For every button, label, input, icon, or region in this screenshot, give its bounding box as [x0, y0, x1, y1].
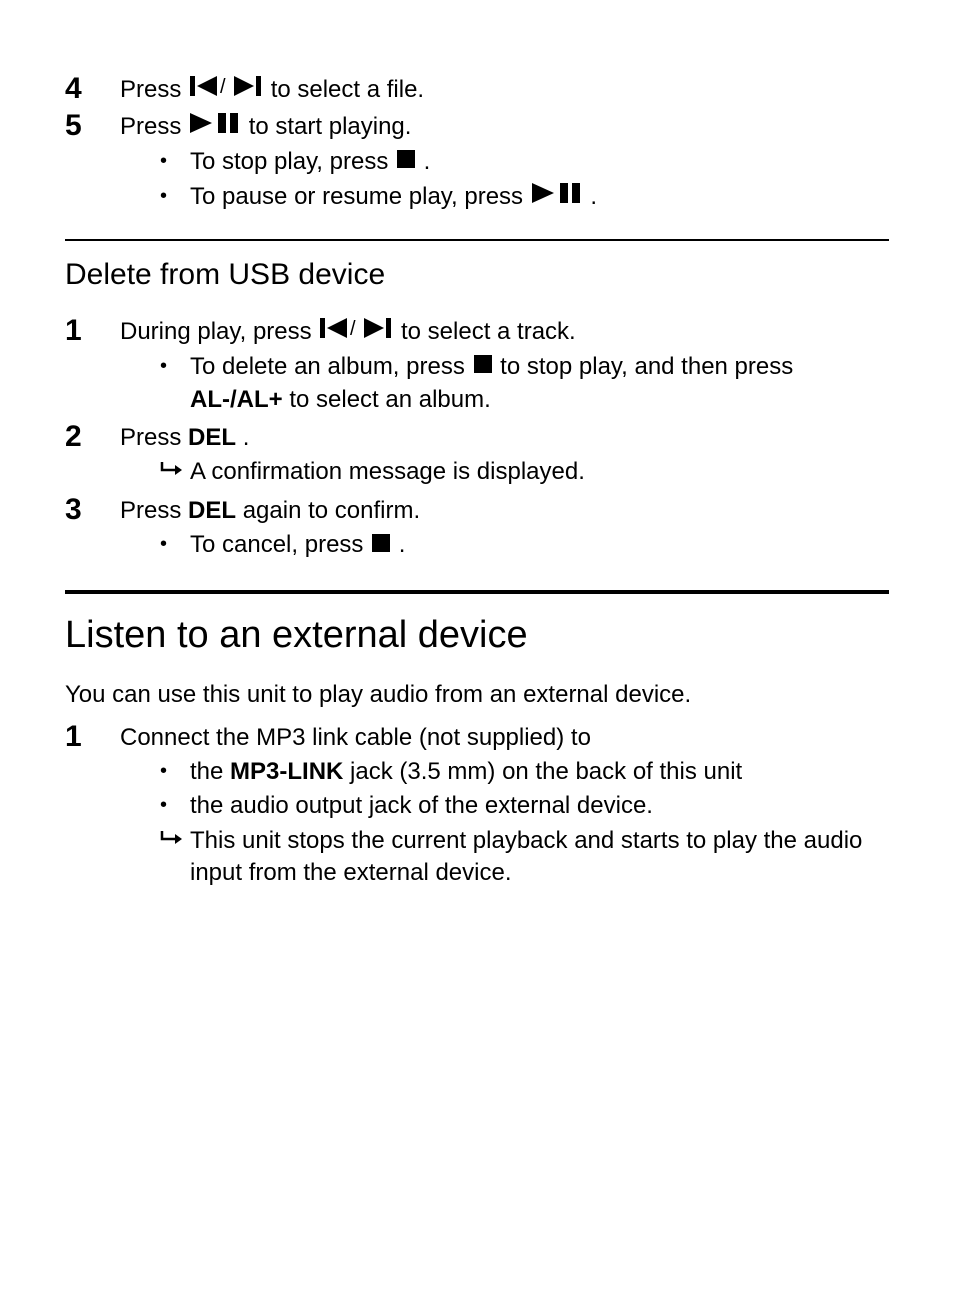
- prev-next-icon: /: [320, 315, 392, 347]
- step-number: 1: [65, 314, 120, 347]
- sub-item: • To delete an album, press to stop play…: [160, 351, 889, 416]
- step-body: Press / to select a file.: [120, 72, 889, 107]
- step-1: 1 Connect the MP3 link cable (not suppli…: [65, 720, 889, 892]
- sub-body: To pause or resume play, press .: [190, 181, 889, 214]
- bullet-icon: •: [160, 146, 190, 176]
- text: Press: [120, 113, 188, 140]
- svg-text:/: /: [220, 76, 226, 96]
- sub-item: A confirmation message is displayed.: [160, 456, 889, 488]
- text: to select an album.: [289, 386, 490, 413]
- sub-body: A confirmation message is displayed.: [190, 456, 889, 488]
- text: to start playing.: [249, 113, 412, 140]
- text: During play, press: [120, 318, 318, 345]
- button-label: DEL: [188, 497, 236, 524]
- sub-item: • the MP3-LINK jack (3.5 mm) on the back…: [160, 756, 889, 788]
- text: Connect the MP3 link cable (not supplied…: [120, 724, 591, 751]
- bullet-icon: •: [160, 529, 190, 559]
- sub-item: • To cancel, press .: [160, 529, 889, 562]
- sub-body: This unit stops the current playback and…: [190, 825, 889, 890]
- play-pause-icon: [532, 180, 582, 212]
- text: to select a file.: [271, 76, 424, 103]
- text: to stop play, and then press: [500, 353, 793, 380]
- intro-text: You can use this unit to play audio from…: [65, 679, 889, 711]
- prev-next-icon: /: [190, 73, 262, 105]
- stop-icon: [474, 350, 492, 382]
- stop-icon: [372, 529, 390, 561]
- result-arrow-icon: [160, 825, 190, 847]
- step-number: 3: [65, 493, 120, 526]
- svg-text:/: /: [350, 318, 356, 338]
- text: again to confirm.: [243, 497, 420, 524]
- step-number: 1: [65, 720, 120, 753]
- step-body: Connect the MP3 link cable (not supplied…: [120, 720, 889, 892]
- step-2: 2 Press DEL . A confirmation message is …: [65, 420, 889, 491]
- sub-item: • To pause or resume play, press .: [160, 181, 889, 214]
- bullet-icon: •: [160, 756, 190, 786]
- sub-body: the MP3-LINK jack (3.5 mm) on the back o…: [190, 756, 889, 788]
- text: To pause or resume play, press: [190, 183, 530, 210]
- text: .: [243, 424, 250, 451]
- text: .: [399, 531, 406, 558]
- text: jack (3.5 mm) on the back of this unit: [350, 758, 742, 785]
- sub-body: the audio output jack of the external de…: [190, 790, 889, 822]
- sub-body: To cancel, press .: [190, 529, 889, 562]
- divider: [65, 590, 889, 594]
- divider: [65, 239, 889, 241]
- text: Press: [120, 76, 188, 103]
- step-5: 5 Press to start playing. • To stop play…: [65, 109, 889, 216]
- text: the audio output jack of the external de…: [190, 792, 653, 819]
- text: .: [590, 183, 597, 210]
- text: Press: [120, 424, 188, 451]
- step-body: During play, press / to select a track. …: [120, 314, 889, 418]
- step-3: 3 Press DEL again to confirm. • To cance…: [65, 493, 889, 564]
- text: To cancel, press: [190, 531, 370, 558]
- text: To delete an album, press: [190, 353, 472, 380]
- result-arrow-icon: [160, 456, 190, 478]
- section-heading: Listen to an external device: [65, 610, 889, 661]
- text: .: [424, 148, 431, 175]
- step-4: 4 Press / to select a file.: [65, 72, 889, 107]
- text: A confirmation message is displayed.: [190, 458, 585, 485]
- button-label: DEL: [188, 424, 236, 451]
- stop-icon: [397, 145, 415, 177]
- button-label: AL-/AL+: [190, 386, 283, 413]
- step-body: Press to start playing. • To stop play, …: [120, 109, 889, 216]
- text: This unit stops the current playback and…: [190, 827, 862, 886]
- step-number: 2: [65, 420, 120, 453]
- step-body: Press DEL again to confirm. • To cancel,…: [120, 493, 889, 564]
- text: Press: [120, 497, 188, 524]
- sub-item: • the audio output jack of the external …: [160, 790, 889, 822]
- step-number: 5: [65, 109, 120, 142]
- play-pause-icon: [190, 110, 240, 142]
- sub-item: This unit stops the current playback and…: [160, 825, 889, 890]
- subsection-heading: Delete from USB device: [65, 255, 889, 296]
- bullet-icon: •: [160, 351, 190, 381]
- text: to select a track.: [401, 318, 576, 345]
- bullet-icon: •: [160, 790, 190, 820]
- sub-body: To stop play, press .: [190, 146, 889, 179]
- step-body: Press DEL . A confirmation message is di…: [120, 420, 889, 491]
- text: To stop play, press: [190, 148, 395, 175]
- sub-item: • To stop play, press .: [160, 146, 889, 179]
- step-number: 4: [65, 72, 120, 105]
- jack-label: MP3-LINK: [230, 758, 343, 785]
- bullet-icon: •: [160, 181, 190, 211]
- sub-body: To delete an album, press to stop play, …: [190, 351, 889, 416]
- step-1: 1 During play, press / to select a track…: [65, 314, 889, 418]
- text: the: [190, 758, 230, 785]
